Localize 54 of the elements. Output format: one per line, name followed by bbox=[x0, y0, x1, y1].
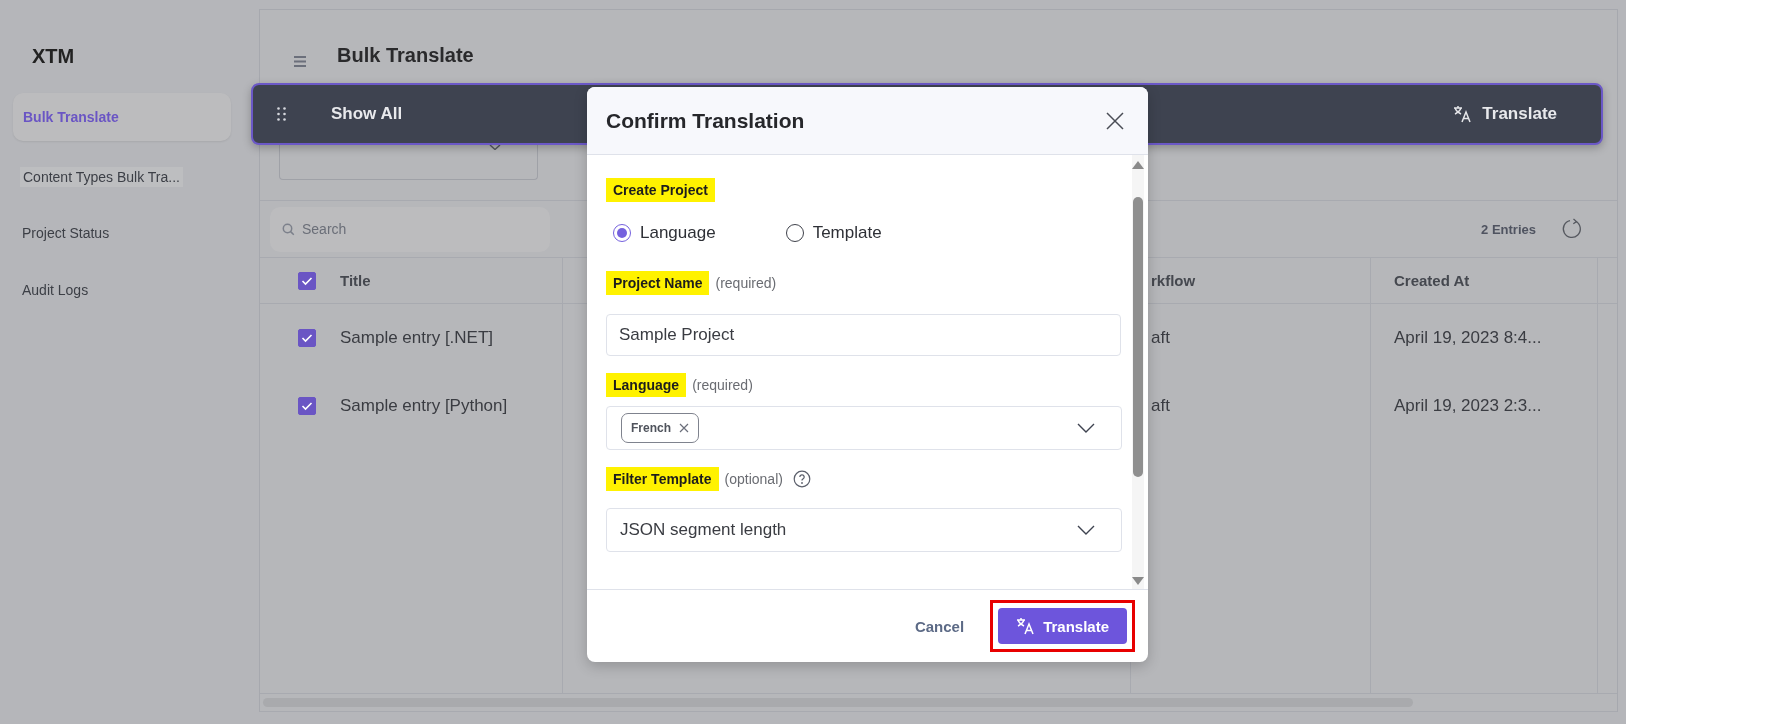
field-label: Language bbox=[606, 373, 687, 397]
search-field[interactable]: Search bbox=[270, 206, 550, 252]
translate-icon bbox=[1453, 105, 1473, 123]
column-header: Created At bbox=[1394, 272, 1470, 289]
table-cell: Sample entry [Python] bbox=[340, 396, 508, 416]
close-icon[interactable] bbox=[1106, 111, 1124, 130]
radio-option[interactable]: Language bbox=[613, 223, 716, 243]
sidebar-item[interactable]: Project Status bbox=[22, 225, 110, 241]
field-label: Filter Template bbox=[606, 467, 719, 491]
translate-icon bbox=[1016, 617, 1036, 635]
checkbox[interactable] bbox=[298, 329, 316, 347]
translate-button[interactable]: Translate bbox=[1449, 98, 1561, 130]
column-header: rkflow bbox=[1151, 272, 1196, 289]
field-hint: (optional) bbox=[724, 471, 783, 487]
scroll-down-icon[interactable] bbox=[1132, 577, 1144, 585]
entries-count: 2 Entries bbox=[1481, 221, 1536, 237]
table-cell: aft bbox=[1151, 328, 1170, 348]
translate-button[interactable]: Translate bbox=[998, 608, 1127, 644]
table-cell: Sample entry [.NET] bbox=[340, 328, 494, 348]
page-title: Bulk Translate bbox=[337, 43, 474, 67]
scrollbar[interactable] bbox=[1133, 197, 1143, 477]
cancel-button[interactable]: Cancel bbox=[908, 609, 971, 643]
refresh-icon[interactable] bbox=[1561, 218, 1583, 240]
check-icon bbox=[301, 275, 313, 286]
radio-option[interactable]: Template bbox=[785, 223, 882, 243]
language-tag: French bbox=[621, 413, 699, 443]
show-all-label: Show All bbox=[331, 104, 403, 124]
field-hint: (required) bbox=[715, 275, 777, 291]
field-hint: (required) bbox=[692, 377, 753, 393]
sidebar-item[interactable]: Audit Logs bbox=[22, 282, 89, 298]
help-icon[interactable] bbox=[792, 470, 811, 488]
language-select[interactable]: French bbox=[606, 406, 1122, 450]
project-name-field[interactable]: Sample Project bbox=[606, 314, 1121, 356]
sidebar-item[interactable]: Content Types Bulk Tra... bbox=[20, 167, 183, 187]
check-icon bbox=[301, 333, 313, 343]
checkbox[interactable] bbox=[298, 397, 316, 415]
table-cell: April 19, 2023 8:4... bbox=[1394, 328, 1542, 348]
check-icon bbox=[301, 401, 313, 411]
checkbox[interactable] bbox=[298, 271, 316, 290]
dialog-title: Confirm Translation bbox=[606, 108, 805, 133]
filter-template-select[interactable]: JSON segment length bbox=[606, 508, 1122, 552]
field-label: Project Name bbox=[606, 271, 710, 295]
logo: XTM bbox=[32, 45, 75, 69]
field-label: Create Project bbox=[606, 178, 715, 202]
menu-icon[interactable] bbox=[293, 54, 307, 68]
table-cell: April 19, 2023 2:3... bbox=[1394, 396, 1542, 416]
chevron-down-icon[interactable] bbox=[1077, 423, 1095, 433]
drag-handle-icon[interactable] bbox=[277, 107, 286, 121]
scroll-up-icon[interactable] bbox=[1132, 161, 1144, 169]
chevron-down-icon[interactable] bbox=[1077, 525, 1095, 535]
search-icon bbox=[282, 222, 295, 236]
column-header: Title bbox=[340, 272, 371, 289]
table-cell: aft bbox=[1151, 396, 1170, 416]
remove-icon[interactable] bbox=[679, 423, 689, 433]
